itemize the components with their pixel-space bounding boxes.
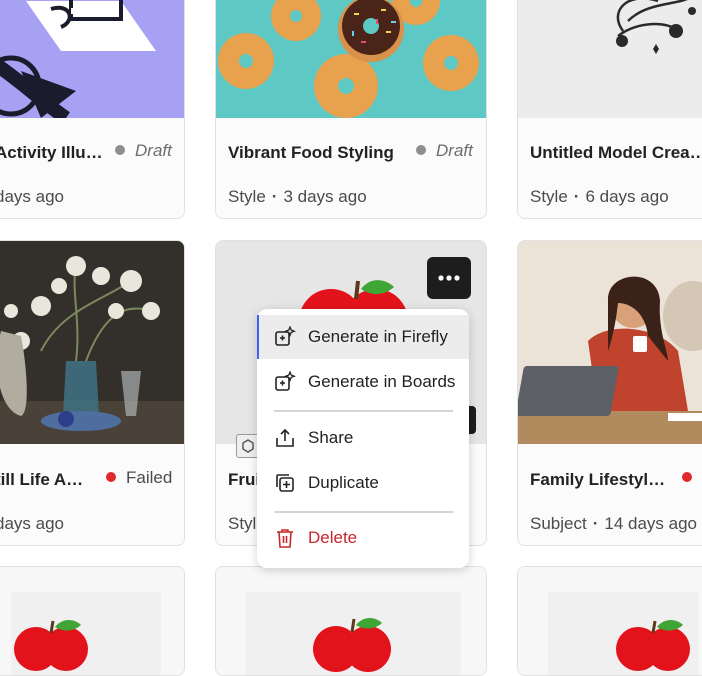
menu-item-generate-in-boards[interactable]: Generate in Boards bbox=[257, 360, 469, 404]
context-menu: Generate in Firefly Generate in Boards S… bbox=[257, 309, 469, 568]
menu-item-label: Generate in Boards bbox=[308, 372, 456, 391]
menu-item-label: Delete bbox=[308, 528, 358, 547]
status-badge: Draft bbox=[115, 141, 172, 161]
meta-time: 14 days ago bbox=[604, 514, 698, 533]
meta-type: Style bbox=[228, 187, 266, 206]
card-thumbnail bbox=[518, 241, 702, 444]
meta-type: Subject bbox=[530, 514, 587, 533]
card-thumbnail bbox=[0, 241, 184, 444]
meta-time: days ago bbox=[0, 187, 64, 206]
menu-item-generate-in-firefly[interactable]: Generate in Firefly bbox=[257, 315, 469, 359]
menu-item-label: Generate in Firefly bbox=[308, 327, 448, 346]
sparkle-add-icon bbox=[274, 326, 296, 348]
sparkle-add-icon bbox=[274, 371, 296, 393]
meta-time: 6 days ago bbox=[585, 187, 669, 206]
card-title: till Life A… bbox=[0, 470, 84, 489]
card-meta: Style · 3 days ago bbox=[228, 187, 367, 206]
card-meta: days ago bbox=[0, 514, 64, 534]
duplicate-icon bbox=[274, 472, 296, 494]
card-title: Untitled Model Crea… bbox=[530, 143, 702, 162]
trash-icon bbox=[274, 527, 296, 549]
card-title: Vibrant Food Styling bbox=[228, 143, 394, 162]
project-card[interactable] bbox=[517, 566, 702, 676]
status-label: Draft bbox=[135, 141, 172, 160]
card-title: Activity Illu… bbox=[0, 143, 103, 162]
card-thumbnail bbox=[216, 567, 486, 675]
meta-type: Styl bbox=[228, 514, 257, 533]
meta-time: 3 days ago bbox=[283, 187, 367, 206]
card-meta: Style · 6 days ago bbox=[530, 187, 669, 206]
project-card[interactable] bbox=[215, 566, 487, 676]
project-card[interactable]: Activity Illu… Draft days ago bbox=[0, 0, 185, 219]
status-badge: Failed bbox=[106, 468, 172, 488]
status-badge: Draft bbox=[416, 141, 473, 161]
meta-type: Style bbox=[530, 187, 568, 206]
status-label: Draft bbox=[436, 141, 473, 160]
status-badge bbox=[682, 468, 702, 488]
card-thumbnail bbox=[0, 0, 184, 118]
share-icon bbox=[274, 427, 296, 449]
menu-item-label: Share bbox=[308, 428, 354, 447]
card-thumbnail bbox=[518, 567, 702, 675]
card-meta: Subject · 14 days ago bbox=[530, 514, 698, 533]
more-options-button[interactable] bbox=[427, 257, 471, 299]
status-label: Failed bbox=[126, 468, 173, 487]
card-title: Frui bbox=[228, 470, 261, 489]
project-card[interactable]: till Life A… Failed days ago bbox=[0, 240, 185, 546]
project-card[interactable]: Untitled Model Crea… Style · 6 days ago bbox=[517, 0, 702, 219]
menu-item-delete[interactable]: Delete bbox=[257, 516, 469, 560]
project-card[interactable]: Vibrant Food Styling Draft Style · 3 days … bbox=[215, 0, 487, 219]
card-title: Family Lifestyl… bbox=[530, 470, 666, 489]
card-thumbnail bbox=[518, 0, 702, 118]
project-card[interactable] bbox=[0, 566, 185, 676]
more-horizontal-icon bbox=[438, 275, 460, 281]
menu-item-label: Duplicate bbox=[308, 473, 379, 492]
card-thumbnail bbox=[0, 567, 184, 675]
meta-time: days ago bbox=[0, 514, 64, 533]
card-thumbnail bbox=[216, 0, 486, 118]
menu-item-share[interactable]: Share bbox=[257, 416, 469, 460]
card-meta: days ago bbox=[0, 187, 64, 207]
menu-divider bbox=[274, 410, 453, 412]
menu-item-duplicate[interactable]: Duplicate bbox=[257, 461, 469, 505]
project-card[interactable]: Family Lifestyl… Subject · 14 days ago bbox=[517, 240, 702, 546]
menu-divider bbox=[274, 511, 453, 513]
card-meta: Styl bbox=[228, 514, 256, 534]
